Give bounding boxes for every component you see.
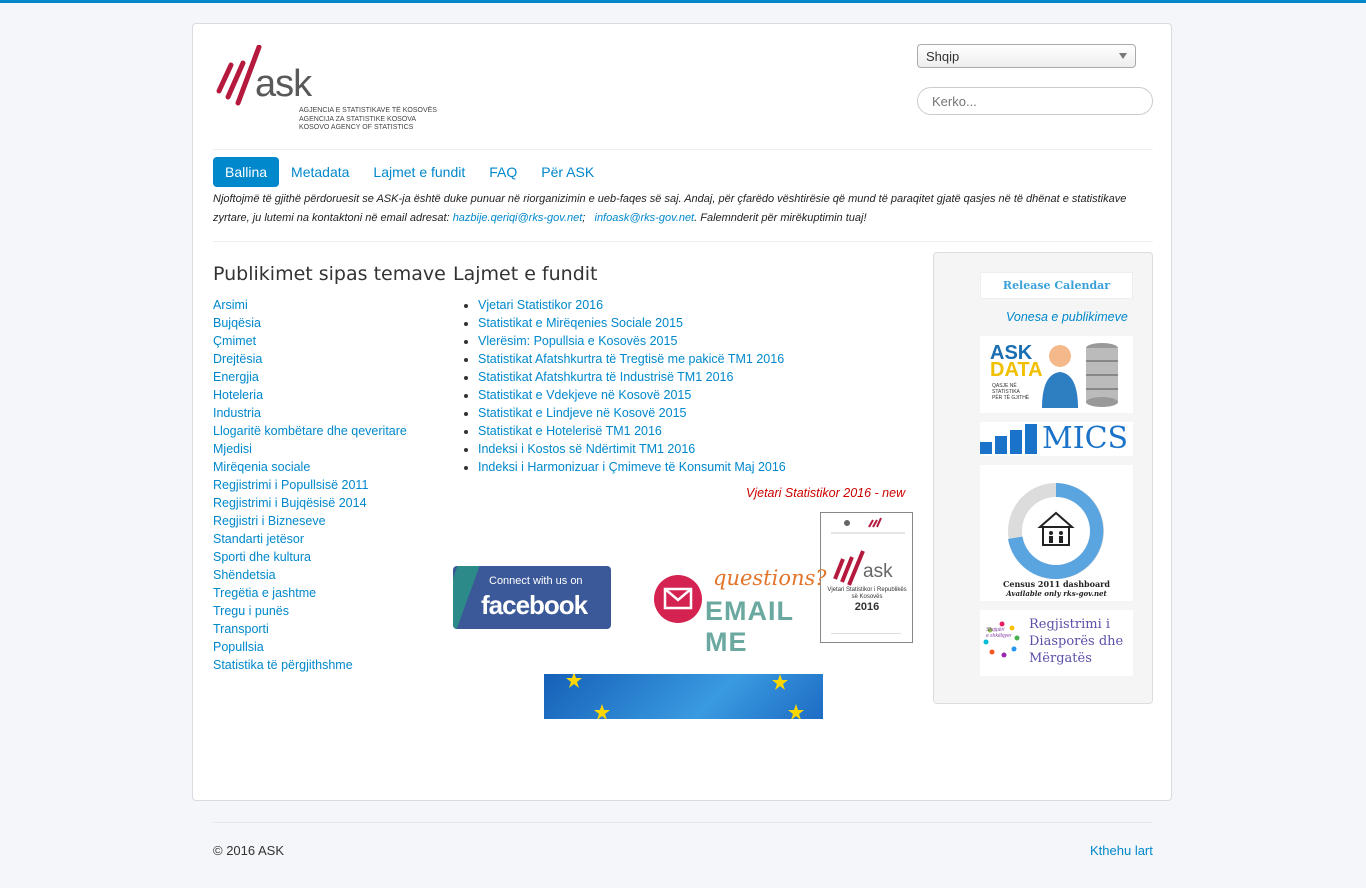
bar-chart-icon — [980, 424, 1037, 454]
copyright-text: © 2016 ASK — [213, 843, 285, 858]
topic-link[interactable]: Bujqësia — [213, 316, 261, 330]
email-banner-line2: EMAIL ME — [705, 596, 794, 657]
news-title: Lajmet e fundit — [453, 263, 598, 285]
diaspora-logo-text: Shqipëri e shkëlqyer — [986, 627, 1012, 639]
logo-subtitle: AGJENCIA E STATISTIKAVE TË KOSOVËS AGENC… — [299, 107, 437, 131]
mics-banner[interactable]: MICS — [980, 422, 1133, 456]
news-link[interactable]: Indeksi i Harmonizuar i Çmimeve të Konsu… — [478, 460, 786, 474]
news-link[interactable]: Statistikat Afatshkurtra të Industrisë T… — [478, 370, 733, 384]
footer-divider — [213, 822, 1153, 823]
facebook-line1: Connect with us on — [489, 575, 583, 587]
donut-house-icon — [1008, 483, 1104, 579]
cover-year: 2016 — [854, 601, 880, 613]
mics-label: MICS — [1042, 421, 1129, 456]
news-link[interactable]: Statistikat e Lindjeve në Kosovë 2015 — [478, 406, 686, 420]
facebook-banner[interactable]: Connect with us on facebook — [453, 566, 611, 629]
askdata-banner[interactable]: ASK DATA QASJE NË STATISTIKA PËR TË GJIT… — [980, 336, 1133, 413]
news-link[interactable]: Vlerësim: Popullsia e Kosovës 2015 — [478, 334, 677, 348]
facebook-line2: facebook — [481, 590, 588, 620]
search-input[interactable] — [917, 87, 1153, 115]
logo-wordmark: ask — [255, 63, 312, 105]
topic-link[interactable]: Tregu i punës — [213, 604, 289, 618]
topic-link[interactable]: Statistika të përgjithshme — [213, 658, 353, 672]
notice-divider — [213, 241, 1153, 242]
topic-link[interactable]: Regjistrimi i Popullsisë 2011 — [213, 478, 368, 492]
topic-link[interactable]: Mjedisi — [213, 442, 252, 456]
language-select[interactable]: Shqip — [917, 44, 1136, 68]
topic-link[interactable]: Standarti jetësor — [213, 532, 304, 546]
topic-link[interactable]: Popullsia — [213, 640, 264, 654]
news-link[interactable]: Vjetari Statistikor 2016 — [478, 298, 603, 312]
topic-link[interactable]: Drejtësia — [213, 352, 262, 366]
vonesa-link[interactable]: Vonesa e publikimeve — [1006, 310, 1128, 324]
diaspora-text: Regjistrimi i Diasporës dhe Mërgatës — [1029, 617, 1124, 666]
news-link[interactable]: Indeksi i Kostos së Ndërtimit TM1 2016 — [478, 442, 695, 456]
header-divider — [213, 149, 1153, 150]
diaspora-registration-banner[interactable]: Shqipëri e shkëlqyer Regjistrimi i Diasp… — [980, 610, 1133, 676]
main-nav: Ballina Metadata Lajmet e fundit FAQ Për… — [213, 157, 606, 187]
topic-link[interactable]: Llogaritë kombëtare dhe qeveritare — [213, 424, 407, 438]
email-link-2[interactable]: infoask@rks-gov.net — [595, 212, 695, 224]
mail-icon — [654, 575, 702, 623]
nav-item-metadata[interactable]: Metadata — [279, 157, 361, 187]
cover-title: Vjetari Statistikor i Republikës së Koso… — [827, 587, 907, 600]
topic-link[interactable]: Regjistri i Bizneseve — [213, 514, 326, 528]
email-link-1[interactable]: hazbije.qeriqi@rks-gov.net — [453, 212, 583, 224]
news-list: Vjetari Statistikor 2016 Statistikat e M… — [453, 296, 786, 476]
topics-list: Arsimi Bujqësia Çmimet Drejtësia Energji… — [213, 296, 407, 674]
email-me-banner[interactable]: questions? EMAIL ME — [653, 566, 827, 657]
topic-link[interactable]: Tregëtia e jashtme — [213, 586, 316, 600]
news-link[interactable]: Statistikat e Vdekjeve në Kosovë 2015 — [478, 388, 691, 402]
database-user-icon — [1042, 343, 1118, 408]
nav-item-per-ask[interactable]: Për ASK — [529, 157, 606, 187]
topic-link[interactable]: Arsimi — [213, 298, 248, 312]
askdata-title2: DATA — [990, 359, 1043, 381]
diaspora-dots-icon — [983, 621, 1020, 658]
topic-link[interactable]: Regjistrimi i Bujqësisë 2014 — [213, 496, 367, 510]
site-logo[interactable]: ask AGJENCIA E STATISTIKAVE TË KOSOVËS A… — [213, 43, 437, 139]
nav-item-faq[interactable]: FAQ — [477, 157, 529, 187]
nav-item-ballina[interactable]: Ballina — [213, 157, 280, 187]
news-link[interactable]: Statistikat e Hotelerisë TM1 2016 — [478, 424, 662, 438]
eu-flag-banner[interactable] — [544, 672, 823, 720]
notice-text: Njoftojmë të gjithë përdoruesit se ASK-j… — [213, 193, 1127, 224]
top-accent-bar — [0, 0, 1366, 3]
language-selected: Shqip — [926, 49, 960, 64]
news-link[interactable]: Statistikat Afatshkurtra të Tregtisë me … — [478, 352, 784, 366]
topic-link[interactable]: Energjia — [213, 370, 259, 384]
email-banner-line1: questions? — [713, 566, 827, 590]
yearbook-link[interactable]: Vjetari Statistikor 2016 - new — [746, 486, 905, 500]
chevron-down-icon — [1119, 53, 1127, 59]
topics-title: Publikimet sipas temave — [213, 263, 446, 285]
banner-stripe — [453, 566, 480, 629]
yearbook-cover[interactable]: ask Vjetari Statistikor i Republikës së … — [820, 512, 913, 643]
topic-link[interactable]: Shëndetsia — [213, 568, 276, 582]
cover-wordmark: ask — [863, 561, 893, 582]
eu-stars-icon — [566, 672, 804, 720]
nav-item-lajmet[interactable]: Lajmet e fundit — [361, 157, 477, 187]
census-dashboard-banner[interactable]: Census 2011 dashboard Available only rks… — [980, 465, 1133, 601]
news-link[interactable]: Statistikat e Mirëqenies Sociale 2015 — [478, 316, 683, 330]
back-to-top-link[interactable]: Kthehu lart — [1090, 843, 1153, 858]
topic-link[interactable]: Hoteleria — [213, 388, 263, 402]
topic-link[interactable]: Transporti — [213, 622, 269, 636]
topic-link[interactable]: Mirëqenia sociale — [213, 460, 310, 474]
topic-link[interactable]: Çmimet — [213, 334, 256, 348]
topic-link[interactable]: Sporti dhe kultura — [213, 550, 311, 564]
askdata-sub: QASJE NË STATISTIKA PËR TË GJITHË — [992, 383, 1030, 401]
census-title: Census 2011 dashboard — [1003, 579, 1110, 589]
topic-link[interactable]: Industria — [213, 406, 261, 420]
census-sub: Available only rks-gov.net — [1006, 589, 1107, 598]
release-calendar-banner[interactable]: Release Calendar — [980, 272, 1133, 299]
